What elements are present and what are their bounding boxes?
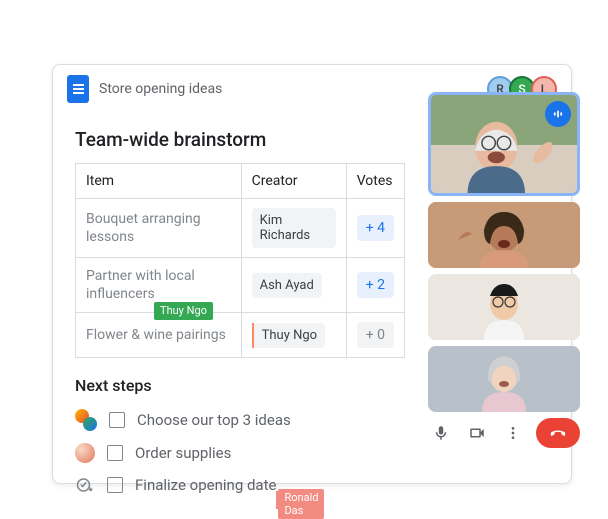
- cell-creator: Kim Richards: [241, 199, 346, 258]
- participant-video: [428, 202, 580, 268]
- end-call-button[interactable]: [536, 418, 580, 448]
- creator-chip[interactable]: Ash Ayad: [252, 273, 322, 298]
- table-row: Flower & wine pairings Thuy Ngo + 0: [76, 313, 405, 358]
- task-checkbox[interactable]: [107, 477, 123, 493]
- task-row: Finalize opening dateRonald Das: [75, 469, 549, 501]
- collab-cursor-tag: Ronald Das: [278, 489, 324, 519]
- collab-cursor-tag: Thuy Ngo: [154, 302, 213, 320]
- task-label[interactable]: Choose our top 3 ideas: [137, 411, 291, 429]
- participant-video: [428, 346, 580, 412]
- more-icon[interactable]: [500, 420, 526, 446]
- cell-item[interactable]: Partner with local influencers Thuy Ngo: [76, 258, 242, 313]
- vote-chip[interactable]: + 0: [357, 322, 394, 348]
- mic-icon[interactable]: [428, 420, 454, 446]
- col-votes[interactable]: Votes: [346, 164, 404, 199]
- vote-chip[interactable]: + 2: [357, 272, 394, 298]
- google-docs-icon: [67, 75, 89, 103]
- add-task-icon[interactable]: [75, 475, 95, 495]
- task-label[interactable]: Finalize opening dateRonald Das: [135, 476, 276, 494]
- table-row: Partner with local influencers Thuy Ngo …: [76, 258, 405, 313]
- video-tile[interactable]: [428, 346, 580, 412]
- cell-votes: + 0: [346, 313, 404, 358]
- cell-creator: Thuy Ngo: [241, 313, 346, 358]
- col-item[interactable]: Item: [76, 164, 242, 199]
- table-header-row: Item Creator Votes: [76, 164, 405, 199]
- cell-votes: + 4: [346, 199, 404, 258]
- cell-creator: Ash Ayad: [241, 258, 346, 313]
- video-tile[interactable]: [428, 202, 580, 268]
- cell-votes: + 2: [346, 258, 404, 313]
- table-row: Bouquet arranging lessons Kim Richards +…: [76, 199, 405, 258]
- creator-chip[interactable]: Thuy Ngo: [252, 323, 325, 348]
- assignee-avatar-pair[interactable]: [75, 409, 97, 431]
- task-checkbox[interactable]: [107, 445, 123, 461]
- task-checkbox[interactable]: [109, 412, 125, 428]
- cell-item[interactable]: Bouquet arranging lessons: [76, 199, 242, 258]
- meet-video-panel: [428, 92, 580, 448]
- participant-video: [428, 274, 580, 340]
- creator-chip[interactable]: Kim Richards: [252, 208, 336, 248]
- camera-icon[interactable]: [464, 420, 490, 446]
- video-tile-primary[interactable]: [428, 92, 580, 196]
- vote-chip[interactable]: + 4: [357, 215, 394, 241]
- task-label[interactable]: Order supplies: [135, 444, 231, 462]
- col-creator[interactable]: Creator: [241, 164, 346, 199]
- brainstorm-table: Item Creator Votes Bouquet arranging les…: [75, 163, 405, 358]
- assignee-avatar[interactable]: [75, 443, 95, 463]
- meet-controls: [428, 418, 580, 448]
- video-tile[interactable]: [428, 274, 580, 340]
- speaking-indicator-icon: [545, 101, 571, 127]
